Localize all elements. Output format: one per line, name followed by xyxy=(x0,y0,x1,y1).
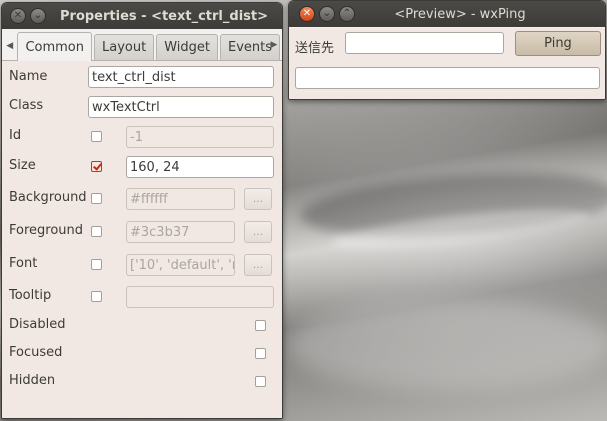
tooltip-input[interactable] xyxy=(126,286,274,308)
focused-label: Focused xyxy=(9,345,63,360)
tooltip-label: Tooltip xyxy=(9,288,52,303)
preview-titlebar[interactable]: ✕ ⌄ ⌃ <Preview> - wxPing xyxy=(289,1,605,27)
close-icon[interactable]: ✕ xyxy=(299,6,315,22)
output-field[interactable] xyxy=(295,67,600,89)
foreground-checkbox[interactable] xyxy=(91,226,102,237)
background-picker-button[interactable]: ... xyxy=(244,188,272,210)
font-label: Font xyxy=(9,256,38,271)
tab-common[interactable]: Common xyxy=(17,32,92,61)
property-row-size: Size 160, 24 xyxy=(2,154,282,180)
properties-panel: Name text_ctrl_dist Class wxTextCtrl Id … xyxy=(2,61,282,418)
foreground-label: Foreground xyxy=(9,223,84,238)
font-checkbox[interactable] xyxy=(91,259,102,270)
font-picker-button[interactable]: ... xyxy=(244,254,272,276)
properties-titlebar[interactable]: ✕ ⌄ Properties - <text_ctrl_dist> xyxy=(2,3,282,29)
property-row-class: Class wxTextCtrl xyxy=(2,94,282,120)
foreground-input[interactable]: #3c3b37 xyxy=(126,221,235,243)
background-label: Background xyxy=(9,190,87,205)
wallpaper-glow xyxy=(285,300,607,390)
ping-button[interactable]: Ping xyxy=(515,31,601,56)
property-row-tooltip: Tooltip xyxy=(2,284,282,310)
tooltip-checkbox[interactable] xyxy=(91,291,102,302)
destination-label: 送信先 xyxy=(295,41,335,56)
size-label: Size xyxy=(9,158,36,173)
preview-title: <Preview> - wxPing xyxy=(394,6,526,22)
property-row-font: Font ['10', 'default', 'nc ... xyxy=(2,252,282,278)
hidden-checkbox[interactable] xyxy=(255,376,266,387)
preview-window: ✕ ⌄ ⌃ <Preview> - wxPing 送信先 Ping xyxy=(288,0,606,100)
hidden-label: Hidden xyxy=(9,373,56,388)
tab-widget[interactable]: Widget xyxy=(156,34,218,60)
tab-scroll-left-icon[interactable]: ◀ xyxy=(2,32,17,60)
background-input[interactable]: #ffffff xyxy=(126,188,235,210)
properties-tabbar: ◀ Common Layout Widget Events ▶ xyxy=(2,29,282,61)
property-row-background: Background #ffffff ... xyxy=(2,186,282,212)
disabled-checkbox[interactable] xyxy=(255,320,266,331)
foreground-picker-button[interactable]: ... xyxy=(244,221,272,243)
name-label: Name xyxy=(9,69,48,84)
minimize-icon[interactable]: ⌄ xyxy=(30,8,46,24)
id-label: Id xyxy=(9,128,22,143)
size-checkbox[interactable] xyxy=(91,161,102,172)
font-input[interactable]: ['10', 'default', 'nc xyxy=(126,254,235,276)
size-input[interactable]: 160, 24 xyxy=(126,156,274,178)
id-input[interactable]: -1 xyxy=(126,126,274,148)
class-label: Class xyxy=(9,98,44,113)
tab-scroll-right-icon[interactable]: ▶ xyxy=(266,31,282,59)
disabled-label: Disabled xyxy=(9,317,66,332)
close-icon[interactable]: ✕ xyxy=(10,8,26,24)
property-row-id: Id -1 xyxy=(2,124,282,150)
class-input[interactable]: wxTextCtrl xyxy=(88,96,274,118)
destination-input[interactable] xyxy=(345,32,504,54)
property-row-focused: Focused xyxy=(2,341,282,367)
maximize-icon[interactable]: ⌃ xyxy=(339,6,355,22)
properties-title: Properties - <text_ctrl_dist> xyxy=(60,8,268,24)
minimize-icon[interactable]: ⌄ xyxy=(319,6,335,22)
focused-checkbox[interactable] xyxy=(255,348,266,359)
properties-window: ✕ ⌄ Properties - <text_ctrl_dist> ◀ Comm… xyxy=(1,2,283,419)
property-row-foreground: Foreground #3c3b37 ... xyxy=(2,219,282,245)
property-row-disabled: Disabled xyxy=(2,313,282,339)
tab-layout[interactable]: Layout xyxy=(94,34,155,60)
name-input[interactable]: text_ctrl_dist xyxy=(88,66,274,88)
property-row-hidden: Hidden xyxy=(2,369,282,395)
background-checkbox[interactable] xyxy=(91,193,102,204)
property-row-name: Name text_ctrl_dist xyxy=(2,65,282,91)
id-checkbox[interactable] xyxy=(91,131,102,142)
